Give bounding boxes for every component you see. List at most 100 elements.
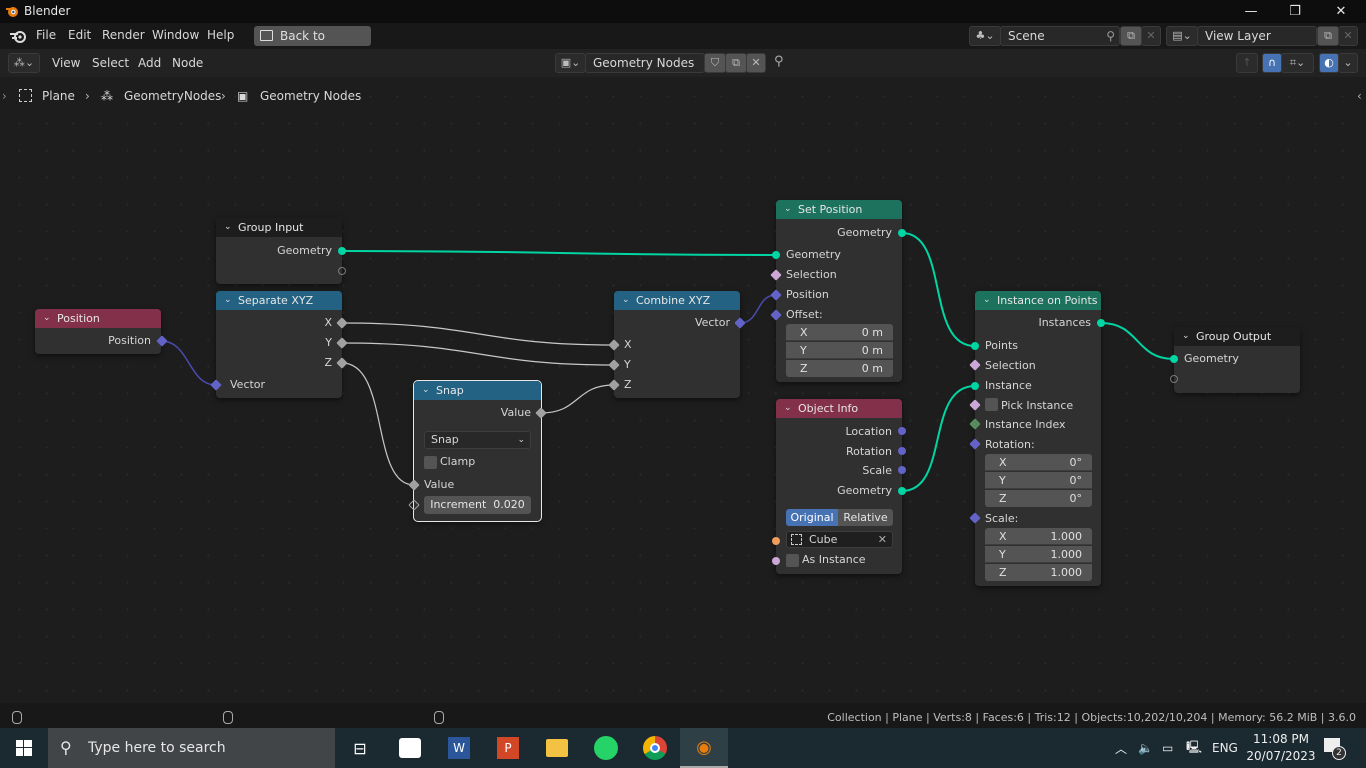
transform-original-button[interactable]: Original <box>786 509 838 526</box>
start-button[interactable] <box>0 728 48 768</box>
node-group-output[interactable]: ⌄ Group Output Geometry <box>1174 327 1300 393</box>
pin-icon[interactable]: ⚲ <box>1106 27 1115 45</box>
breadcrumb-item-plane[interactable]: Plane <box>42 89 75 103</box>
snap-toggle-button[interactable]: ∩ <box>1262 53 1282 73</box>
breadcrumb-toggle-icon[interactable]: › <box>2 89 7 103</box>
node-header[interactable]: ⌄ Object Info <box>776 399 902 418</box>
rotation-z-field[interactable]: Z 0° <box>985 490 1092 507</box>
whatsapp-button[interactable] <box>582 728 630 768</box>
offset-x-field[interactable]: X 0 m <box>786 324 893 341</box>
scale-y-field[interactable]: Y 1.000 <box>985 546 1092 563</box>
node-group-input[interactable]: ⌄ Group Input Geometry <box>216 218 342 284</box>
microsoft-store-button[interactable] <box>386 728 434 768</box>
view-layer-name-field[interactable]: View Layer <box>1197 26 1317 46</box>
breadcrumb-item-node-tree[interactable]: Geometry Nodes <box>260 89 361 103</box>
file-explorer-button[interactable] <box>533 728 581 768</box>
node-header[interactable]: ⌄ Group Output <box>1174 327 1300 346</box>
socket-instances-output[interactable] <box>1097 319 1105 327</box>
node-header[interactable]: ⌄ Position <box>35 309 161 328</box>
object-field[interactable]: Cube ✕ <box>786 531 893 548</box>
back-to-previous-button[interactable]: Back to Previous <box>254 26 371 63</box>
socket-geometry-output[interactable] <box>898 229 906 237</box>
node-object-info[interactable]: ⌄ Object Info Location Rotation Scale Geo… <box>776 399 902 574</box>
scene-name-field[interactable]: Scene ⚲ <box>1000 26 1120 46</box>
socket-object-input[interactable] <box>772 537 780 545</box>
node-separate-xyz[interactable]: ⌄ Separate XYZ X Y Z Vector <box>216 291 342 398</box>
close-button[interactable]: ✕ <box>1318 0 1364 23</box>
socket-empty-output[interactable] <box>338 267 346 275</box>
collapse-chevron-icon[interactable]: ⌄ <box>224 291 232 310</box>
collapse-chevron-icon[interactable]: ⌄ <box>622 291 630 310</box>
transform-relative-button[interactable]: Relative <box>838 509 893 526</box>
node-position[interactable]: ⌄ Position Position <box>35 309 161 354</box>
unlink-node-tree-button[interactable]: ✕ <box>746 53 766 73</box>
menu-window[interactable]: Window <box>152 28 199 42</box>
rotation-x-field[interactable]: X 0° <box>985 454 1092 471</box>
show-hidden-icons-button[interactable]: ︿ <box>1115 728 1127 768</box>
blender-taskbar-button[interactable]: ◉ <box>680 728 728 768</box>
language-button[interactable]: ENG <box>1212 728 1238 768</box>
taskbar-search-box[interactable]: ⚲ Type here to search <box>48 728 335 768</box>
fake-user-button[interactable]: ⛉ <box>704 53 726 73</box>
powerpoint-button[interactable]: P <box>484 728 532 768</box>
offset-z-field[interactable]: Z 0 m <box>786 360 893 377</box>
pin-node-tree-icon[interactable]: ⚲ <box>774 54 784 69</box>
collapse-chevron-icon[interactable]: ⌄ <box>784 200 792 219</box>
collapse-chevron-icon[interactable]: ⌄ <box>422 381 430 400</box>
menu-help[interactable]: Help <box>207 28 234 42</box>
menu-edit[interactable]: Edit <box>68 28 91 42</box>
battery-button[interactable]: ▭ <box>1162 728 1173 768</box>
word-button[interactable]: W <box>435 728 483 768</box>
minimize-button[interactable]: — <box>1228 0 1274 23</box>
overlays-dropdown[interactable]: ⌄ <box>1338 53 1358 73</box>
collapse-chevron-icon[interactable]: ⌄ <box>784 399 792 418</box>
duplicate-node-tree-button[interactable]: ⧉ <box>725 53 747 73</box>
rotation-y-field[interactable]: Y 0° <box>985 472 1092 489</box>
node-instance-on-points[interactable]: ⌄ Instance on Points Instances Points Sel… <box>975 291 1101 586</box>
volume-button[interactable]: 🔈 <box>1138 728 1153 768</box>
as-instance-checkbox[interactable] <box>786 554 799 567</box>
socket-geometry-output[interactable] <box>338 247 346 255</box>
view-layer-browse-button[interactable]: ▤⌄ <box>1166 26 1198 46</box>
socket-geometry-output[interactable] <box>898 487 906 495</box>
scene-browse-button[interactable]: ♣⌄ <box>969 26 1001 46</box>
notifications-button[interactable]: 2 <box>1322 736 1346 760</box>
menu-file[interactable]: File <box>36 28 56 42</box>
sidebar-toggle-icon[interactable]: ‹ <box>1357 89 1362 103</box>
node-header[interactable]: ⌄ Set Position <box>776 200 902 219</box>
new-view-layer-button[interactable]: ⧉ <box>1317 26 1339 46</box>
editor-type-button[interactable]: ⁂⌄ <box>8 53 40 73</box>
socket-empty-input[interactable] <box>1170 375 1178 383</box>
scale-z-field[interactable]: Z 1.000 <box>985 564 1092 581</box>
clear-object-icon[interactable]: ✕ <box>878 532 887 547</box>
menu-node[interactable]: Node <box>172 56 203 70</box>
offset-y-field[interactable]: Y 0 m <box>786 342 893 359</box>
collapse-chevron-icon[interactable]: ⌄ <box>224 218 232 237</box>
node-snap[interactable]: ⌄ Snap Value Snap ⌄ Clamp Value Increment… <box>413 380 542 522</box>
task-view-button[interactable]: ⊟ <box>336 728 384 768</box>
pick-instance-checkbox[interactable] <box>985 398 998 411</box>
socket-geometry-input[interactable] <box>1170 355 1178 363</box>
socket-points-input[interactable] <box>971 342 979 350</box>
collapse-chevron-icon[interactable]: ⌄ <box>43 309 51 328</box>
collapse-chevron-icon[interactable]: ⌄ <box>983 291 991 310</box>
increment-field[interactable]: Increment 0.020 <box>424 496 531 514</box>
snap-element-dropdown[interactable]: ⌗⌄ <box>1281 53 1314 73</box>
menu-render[interactable]: Render <box>102 28 145 42</box>
parent-node-tree-button[interactable]: ↑ <box>1236 53 1258 73</box>
node-header[interactable]: ⌄ Snap <box>414 381 541 400</box>
delete-scene-button[interactable]: ✕ <box>1141 26 1161 46</box>
socket-as-instance-input[interactable] <box>772 557 780 565</box>
network-button[interactable]: 🖳 <box>1186 728 1202 768</box>
socket-scale-output[interactable] <box>898 466 906 474</box>
socket-instance-input[interactable] <box>971 382 979 390</box>
clamp-checkbox[interactable] <box>424 456 437 469</box>
socket-geometry-input[interactable] <box>772 251 780 259</box>
socket-location-output[interactable] <box>898 427 906 435</box>
collapse-chevron-icon[interactable]: ⌄ <box>1182 327 1190 346</box>
maximize-button[interactable]: ❐ <box>1272 0 1318 23</box>
new-scene-button[interactable]: ⧉ <box>1120 26 1142 46</box>
blender-menu-icon[interactable] <box>9 28 27 44</box>
node-combine-xyz[interactable]: ⌄ Combine XYZ Vector X Y Z <box>614 291 740 398</box>
node-tree-name-field[interactable]: Geometry Nodes <box>585 53 705 73</box>
